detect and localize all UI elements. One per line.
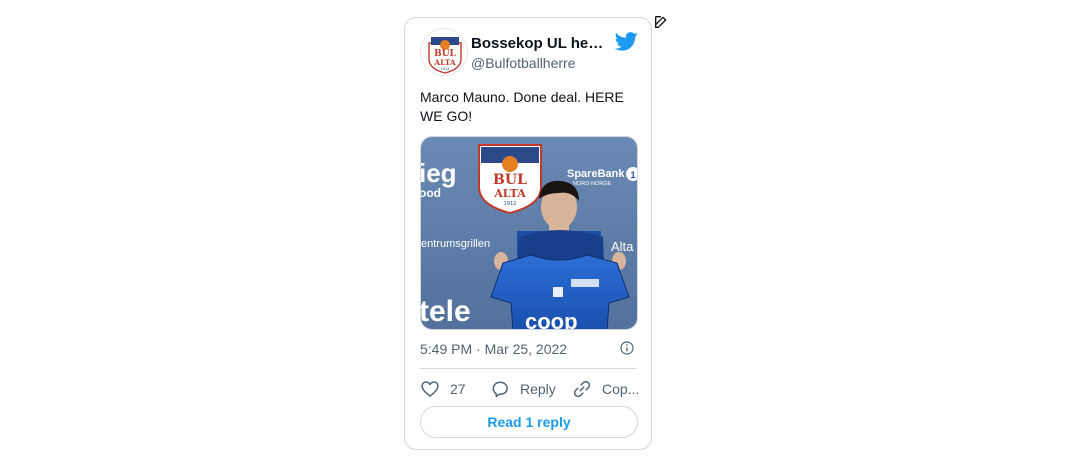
- svg-text:coop: coop: [525, 309, 578, 330]
- copy-link-label: Cop...: [602, 381, 640, 397]
- svg-text:ieg: ieg: [421, 158, 457, 188]
- embedded-tweet-card: BUL ALTA 1912 Bossekop UL herr... @Bulfo…: [404, 17, 652, 450]
- reply-label: Reply: [520, 381, 556, 397]
- heart-icon: [421, 381, 439, 397]
- svg-text:1912: 1912: [504, 201, 517, 207]
- svg-text:SpareBank: SpareBank: [567, 168, 625, 180]
- author-display-name[interactable]: Bossekop UL herr...: [471, 35, 606, 52]
- svg-text:ALTA: ALTA: [493, 187, 526, 200]
- like-button[interactable]: 27: [420, 378, 466, 400]
- svg-text:NORD-NORGE: NORD-NORGE: [573, 181, 612, 187]
- svg-text:1: 1: [630, 170, 635, 180]
- svg-text:1912: 1912: [441, 67, 450, 71]
- tweet-timestamp[interactable]: 5:49 PM · Mar 25, 2022: [420, 341, 567, 357]
- link-icon: [573, 380, 591, 398]
- reply-icon: [492, 381, 508, 398]
- svg-text:entrumsgrillen: entrumsgrillen: [421, 238, 490, 250]
- svg-text:Alta: Alta: [611, 239, 634, 254]
- tweet-media-photo[interactable]: ieg ood entrumsgrillen tele BUL ALTA 191…: [420, 136, 638, 330]
- info-icon[interactable]: [619, 340, 635, 356]
- tweet-text: Marco Mauno. Done deal. HERE WE GO!: [420, 89, 624, 124]
- twitter-bird-icon[interactable]: [615, 32, 638, 51]
- svg-text:tele: tele: [421, 295, 471, 328]
- author-handle[interactable]: @Bulfotballherre: [471, 55, 576, 71]
- like-count: 27: [450, 381, 466, 397]
- svg-text:ALTA: ALTA: [433, 58, 456, 67]
- read-replies-button[interactable]: Read 1 reply: [420, 406, 638, 438]
- tweet-actions: 27 Reply Cop...: [420, 378, 642, 400]
- svg-text:ood: ood: [421, 186, 441, 200]
- copy-link-button[interactable]: Cop...: [572, 378, 639, 400]
- reply-button[interactable]: Reply: [490, 378, 556, 400]
- svg-text:BUL: BUL: [493, 172, 527, 188]
- divider: [420, 368, 636, 369]
- avatar[interactable]: BUL ALTA 1912: [420, 28, 468, 76]
- edit-icon[interactable]: [653, 14, 669, 30]
